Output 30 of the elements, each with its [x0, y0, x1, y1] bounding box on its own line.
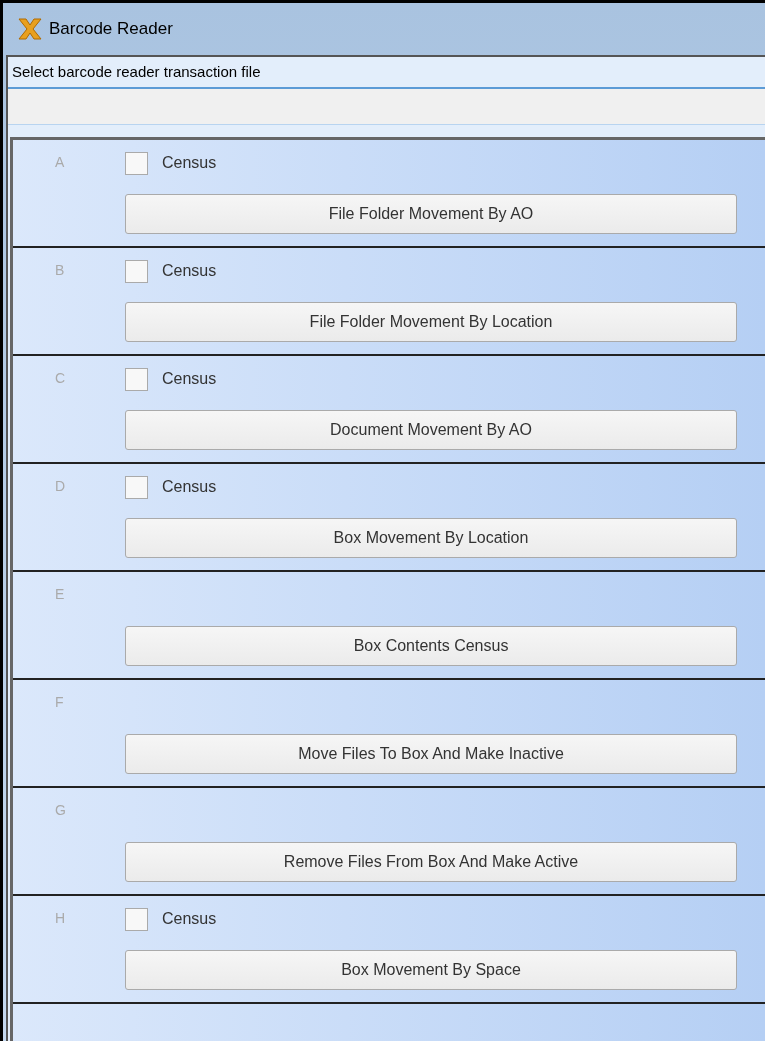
section-letter: H — [54, 909, 67, 928]
census-label: Census — [162, 477, 217, 497]
section-letter: F — [54, 693, 65, 712]
transaction-button[interactable]: File Folder Movement By Location — [125, 302, 737, 342]
section-letter: A — [54, 153, 66, 172]
transaction-button[interactable]: Box Movement By Space — [125, 950, 737, 990]
census-label: Census — [162, 909, 217, 929]
census-label: Census — [162, 369, 217, 389]
census-checkbox[interactable] — [125, 367, 148, 391]
census-label: Census — [162, 261, 217, 281]
window-title: Barcode Reader — [49, 18, 173, 41]
census-checkbox[interactable] — [125, 151, 148, 175]
section-letter: D — [54, 477, 67, 496]
census-label: Census — [162, 153, 217, 173]
transaction-button[interactable]: Remove Files From Box And Make Active — [125, 842, 737, 882]
transaction-button[interactable]: Box Contents Census — [125, 626, 737, 666]
section-letter: C — [54, 369, 67, 388]
file-path-field[interactable] — [8, 87, 765, 125]
transaction-button[interactable]: Box Movement By Location — [125, 518, 737, 558]
section-letter: G — [54, 801, 67, 820]
census-checkbox[interactable] — [125, 907, 148, 931]
transaction-button[interactable]: Document Movement By AO — [125, 410, 737, 450]
section-letter: E — [54, 585, 66, 604]
census-checkbox[interactable] — [125, 475, 148, 499]
section-letter: B — [54, 261, 66, 280]
transaction-button[interactable]: Move Files To Box And Make Inactive — [125, 734, 737, 774]
app-logo-icon — [17, 16, 43, 42]
census-checkbox[interactable] — [125, 259, 148, 283]
transaction-button[interactable]: File Folder Movement By AO — [125, 194, 737, 234]
file-prompt-label: Select barcode reader transaction file — [12, 61, 261, 82]
